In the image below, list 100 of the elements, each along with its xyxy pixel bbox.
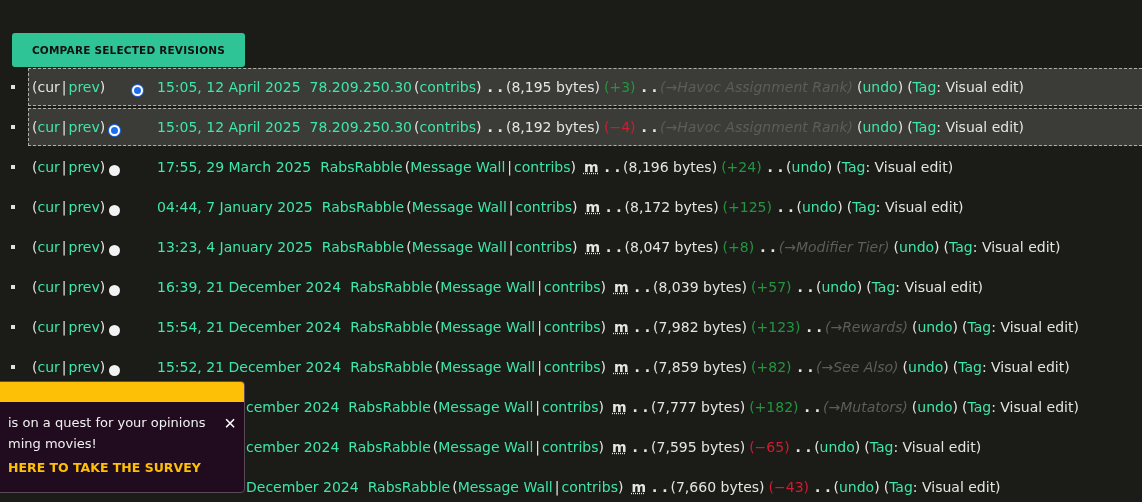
revision-date-link[interactable]: 15:52, 21 December 2024 bbox=[157, 359, 342, 375]
radio-button[interactable] bbox=[109, 124, 121, 136]
link[interactable]: contribs bbox=[542, 399, 599, 415]
revision-date-link[interactable]: 15:05, 12 April 2025 bbox=[157, 119, 301, 135]
link[interactable]: prev bbox=[68, 119, 100, 135]
link[interactable]: contribs bbox=[542, 439, 599, 455]
link[interactable]: Message Wall bbox=[411, 239, 507, 255]
link[interactable]: cur bbox=[37, 279, 60, 295]
user-link[interactable]: RabsRabble bbox=[320, 159, 403, 175]
link[interactable]: Message Wall bbox=[440, 319, 536, 335]
user-link[interactable]: RabsRabble bbox=[348, 399, 431, 415]
link[interactable]: contribs bbox=[515, 199, 572, 215]
user-link[interactable]: RabsRabble bbox=[350, 319, 433, 335]
link[interactable]: Message Wall bbox=[440, 279, 536, 295]
link[interactable]: undo bbox=[821, 279, 857, 295]
radio-button[interactable] bbox=[109, 324, 121, 336]
radio-button[interactable] bbox=[109, 284, 121, 296]
link[interactable]: contribs bbox=[419, 119, 476, 135]
text-label: ( bbox=[32, 359, 38, 375]
text-label: : Visual edit) bbox=[991, 319, 1079, 335]
link[interactable]: undo bbox=[917, 319, 953, 335]
link[interactable]: Tag bbox=[869, 439, 894, 455]
revision-date-link[interactable]: 17:55, 29 March 2025 bbox=[157, 159, 312, 175]
link[interactable]: contribs bbox=[543, 359, 601, 375]
link[interactable]: Message Wall bbox=[438, 399, 534, 415]
link[interactable]: prev bbox=[68, 79, 100, 95]
link[interactable]: Tag bbox=[852, 199, 876, 215]
link[interactable]: prev bbox=[68, 239, 100, 255]
text-label: ( bbox=[866, 279, 872, 295]
link[interactable]: Tag bbox=[958, 359, 982, 375]
link[interactable]: contribs bbox=[543, 319, 601, 335]
link[interactable]: Tag bbox=[889, 479, 913, 495]
revision-date-link[interactable]: 15:54, 21 December 2024 bbox=[157, 319, 342, 335]
close-button[interactable]: × bbox=[224, 412, 236, 434]
link[interactable]: undo bbox=[917, 399, 953, 415]
link[interactable]: Tag bbox=[871, 279, 896, 295]
link[interactable]: contribs bbox=[515, 239, 572, 255]
radio-button[interactable] bbox=[109, 364, 121, 376]
revision-date-link[interactable]: cember 2024 bbox=[246, 439, 340, 455]
user-link[interactable]: RabsRabble bbox=[348, 439, 431, 455]
link[interactable]: prev bbox=[68, 159, 100, 175]
radio-button[interactable] bbox=[109, 244, 121, 256]
revision-date-link[interactable]: cember 2024 bbox=[246, 399, 340, 415]
revision-date-link[interactable]: December 2024 bbox=[246, 479, 359, 495]
user-link[interactable]: RabsRabble bbox=[350, 279, 433, 295]
link[interactable]: prev bbox=[68, 319, 100, 335]
link[interactable]: contribs bbox=[561, 479, 618, 495]
link[interactable]: undo bbox=[791, 159, 827, 175]
link[interactable]: prev bbox=[68, 279, 100, 295]
compare-button[interactable]: COMPARE SELECTED REVISIONS bbox=[12, 33, 245, 67]
link[interactable]: Message Wall bbox=[411, 199, 507, 215]
user-link[interactable]: 78.209.250.30 bbox=[309, 79, 413, 95]
link[interactable]: undo bbox=[908, 359, 944, 375]
revision-date-link[interactable]: 15:05, 12 April 2025 bbox=[157, 79, 301, 95]
link[interactable]: undo bbox=[819, 439, 855, 455]
link[interactable]: contribs bbox=[419, 79, 476, 95]
link[interactable]: Tag bbox=[967, 319, 992, 335]
link[interactable]: cur bbox=[37, 239, 60, 255]
link[interactable]: Tag bbox=[841, 159, 866, 175]
link[interactable]: prev bbox=[68, 359, 100, 375]
link[interactable]: Tag bbox=[912, 119, 937, 135]
link[interactable]: contribs bbox=[514, 159, 571, 175]
link[interactable]: Tag bbox=[949, 239, 973, 255]
size-change: (+24) bbox=[721, 159, 762, 175]
text-label: ( bbox=[907, 79, 913, 95]
user-link[interactable]: 78.209.250.30 bbox=[309, 119, 413, 135]
text-label: (8,192 bytes) bbox=[505, 119, 600, 135]
link[interactable]: Tag bbox=[967, 399, 992, 415]
link[interactable]: cur bbox=[37, 159, 60, 175]
link[interactable]: Message Wall bbox=[457, 479, 553, 495]
link[interactable]: undo bbox=[862, 79, 898, 95]
dots-separator: . . bbox=[634, 319, 650, 335]
user-link[interactable]: RabsRabble bbox=[350, 359, 433, 375]
link[interactable]: cur bbox=[37, 199, 60, 215]
survey-link[interactable]: HERE TO TAKE THE SURVEY bbox=[8, 460, 206, 475]
revision-date-link[interactable]: 16:39, 21 December 2024 bbox=[157, 279, 342, 295]
user-link[interactable]: RabsRabble bbox=[321, 239, 405, 255]
link[interactable]: undo bbox=[802, 199, 838, 215]
link[interactable]: undo bbox=[839, 479, 875, 495]
link[interactable]: cur bbox=[37, 319, 60, 335]
link[interactable]: undo bbox=[862, 119, 898, 135]
link[interactable]: prev bbox=[68, 199, 100, 215]
radio-button[interactable] bbox=[132, 84, 144, 96]
user-link[interactable]: RabsRabble bbox=[367, 479, 451, 495]
user-link[interactable]: RabsRabble bbox=[321, 199, 405, 215]
link[interactable]: Message Wall bbox=[438, 439, 534, 455]
edit-summary: (→Mutators) bbox=[823, 399, 908, 415]
radio-button[interactable] bbox=[109, 164, 121, 176]
radio-button[interactable] bbox=[109, 204, 121, 216]
link[interactable]: cur bbox=[37, 359, 60, 375]
link[interactable]: Message Wall bbox=[410, 159, 506, 175]
link[interactable]: Tag bbox=[912, 79, 937, 95]
text-label: ) bbox=[600, 319, 606, 335]
link[interactable]: Message Wall bbox=[440, 359, 536, 375]
link[interactable]: contribs bbox=[543, 279, 601, 295]
text-label: ( bbox=[786, 159, 792, 175]
revision-date-link[interactable]: 04:44, 7 January 2025 bbox=[157, 199, 313, 215]
link[interactable]: cur bbox=[37, 119, 60, 135]
link[interactable]: undo bbox=[898, 239, 935, 255]
revision-date-link[interactable]: 13:23, 4 January 2025 bbox=[157, 239, 313, 255]
